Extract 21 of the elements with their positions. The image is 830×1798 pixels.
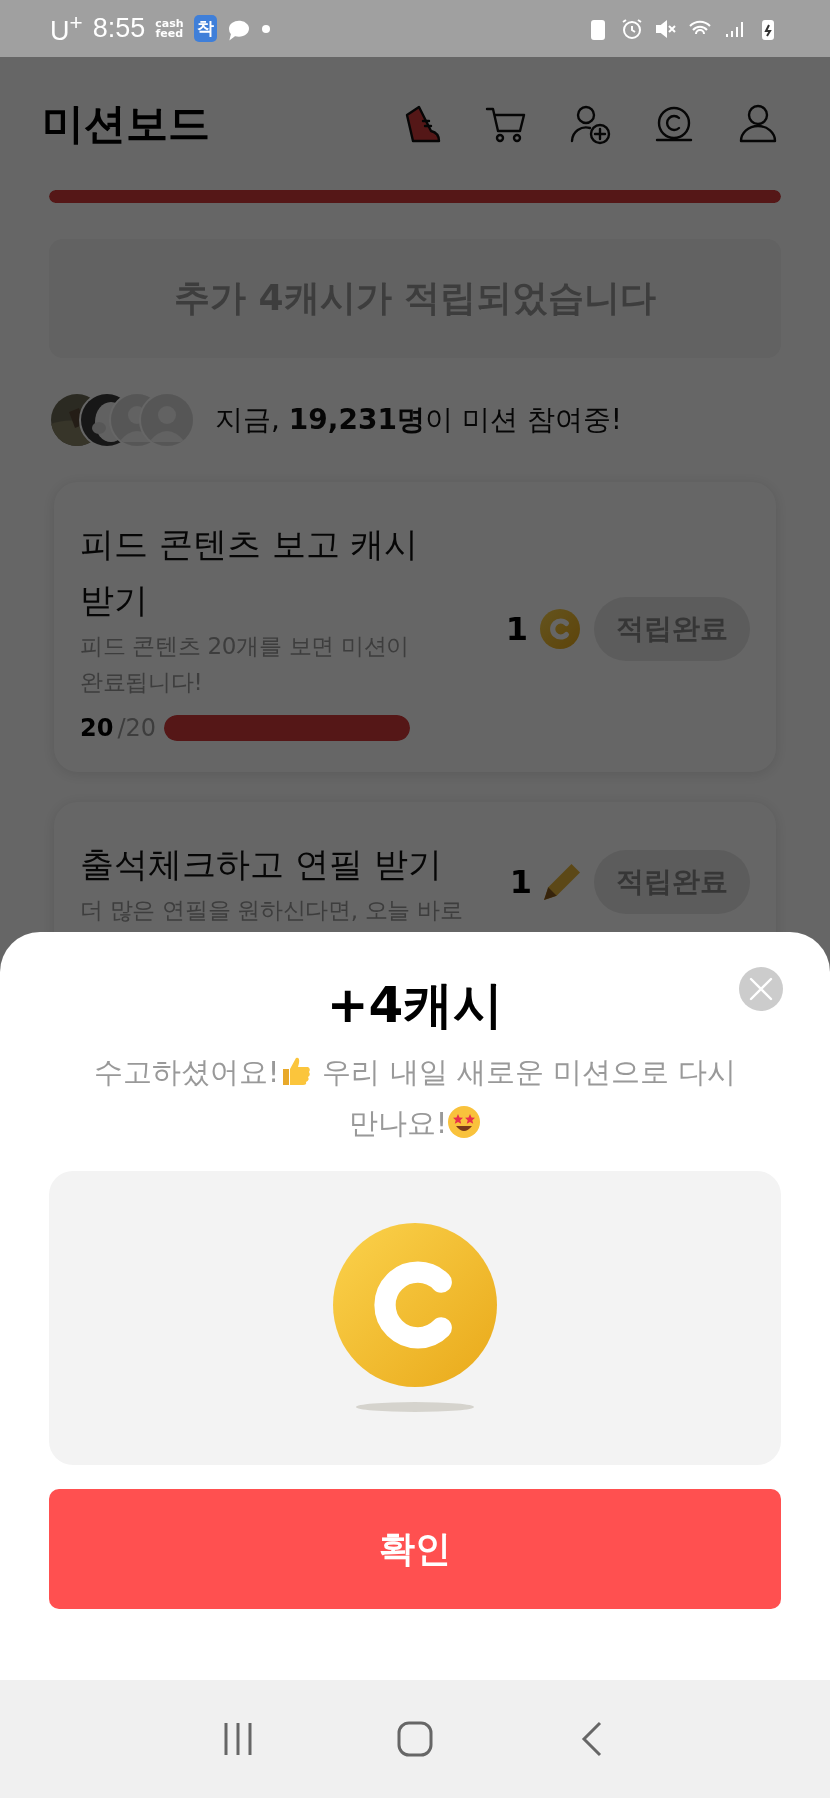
- reward-amount: 1: [505, 610, 528, 648]
- page-title: 미션보드: [42, 97, 211, 150]
- pencil-icon: [544, 864, 580, 900]
- app-badge: 착: [193, 15, 217, 42]
- app-logo: cash feed: [155, 18, 184, 39]
- clock: 8:55: [92, 13, 146, 44]
- home-icon[interactable]: [395, 1719, 435, 1759]
- dot-icon: [260, 23, 271, 34]
- progress-count: 20: [80, 714, 114, 742]
- close-icon: [748, 976, 774, 1002]
- carrier: U$^{+}$: [50, 10, 83, 47]
- star-eyes-emoji-icon: [447, 1105, 482, 1139]
- confirm-button[interactable]: 확인: [49, 1489, 781, 1609]
- mission-title: 피드 콘텐츠 보고 캐시 받기: [80, 523, 420, 622]
- sheet-message: 수고하셨어요! 우리 내일 새로운 미션으로 다시 만나요!: [92, 1053, 738, 1142]
- participants-text: 지금, 19,231명이 미션 참여중!: [215, 402, 622, 438]
- sheet-title: +4캐시: [326, 975, 504, 1036]
- reward-amount: 1: [509, 863, 532, 901]
- alarm-icon: [620, 16, 644, 41]
- mission-title: 출석체크하고 연필 받기: [80, 843, 443, 886]
- coin-icon: [540, 609, 580, 649]
